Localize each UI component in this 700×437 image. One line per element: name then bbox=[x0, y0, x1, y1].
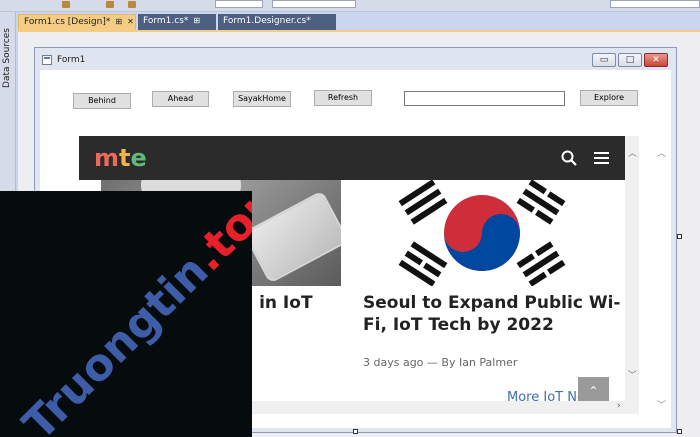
close-icon[interactable]: ✕ bbox=[127, 17, 134, 26]
resize-handle[interactable] bbox=[677, 234, 682, 239]
maximize-button[interactable]: □ bbox=[618, 53, 642, 67]
home-button[interactable]: SayakHome bbox=[233, 91, 291, 107]
close-button[interactable]: ✕ bbox=[644, 53, 668, 67]
explore-button[interactable]: Explore bbox=[580, 90, 638, 106]
refresh-button[interactable]: Refresh bbox=[314, 90, 372, 106]
watermark-text: Truongtin.top bbox=[13, 191, 252, 437]
toolbar-search[interactable] bbox=[610, 0, 700, 8]
minimize-button[interactable]: ▭ bbox=[592, 53, 616, 67]
web-vertical-scrollbar[interactable]: ︿ ﹀ bbox=[625, 136, 639, 414]
site-logo[interactable]: mte bbox=[94, 144, 147, 172]
tab-label: Form1.Designer.cs* bbox=[223, 16, 311, 26]
document-tabs: Form1.cs [Design]* ⊞ ✕ Form1.cs* ⊞ Form1.De… bbox=[18, 14, 700, 31]
resize-handle[interactable] bbox=[677, 429, 682, 434]
toolbar-combo[interactable] bbox=[215, 0, 263, 8]
address-input[interactable] bbox=[404, 91, 565, 106]
search-icon[interactable] bbox=[561, 150, 577, 166]
resize-handle[interactable] bbox=[353, 429, 358, 434]
menu-icon[interactable] bbox=[594, 152, 609, 164]
watermark-overlay: Truongtin.top bbox=[0, 191, 252, 437]
toolbar-icon[interactable] bbox=[106, 1, 114, 8]
data-sources-label[interactable]: Data Sources bbox=[2, 28, 12, 88]
scroll-up-arrow[interactable]: ︿ bbox=[657, 146, 666, 159]
tab-label: Form1.cs* bbox=[143, 16, 189, 26]
scroll-down-arrow[interactable]: ﹀ bbox=[657, 398, 666, 411]
form-icon bbox=[42, 55, 52, 65]
pin-icon[interactable]: ⊞ bbox=[115, 17, 122, 26]
toolbar-icon[interactable] bbox=[128, 1, 136, 8]
korea-flag-image[interactable] bbox=[375, 180, 589, 286]
toolbar-combo[interactable] bbox=[272, 0, 356, 8]
tab-form1-design[interactable]: Form1.cs [Design]* ⊞ ✕ bbox=[18, 14, 136, 31]
ide-toolbar bbox=[0, 0, 700, 12]
tab-form1-designer[interactable]: Form1.Designer.cs* bbox=[218, 14, 336, 31]
site-header: mte bbox=[79, 136, 625, 180]
chevron-right-icon[interactable]: › bbox=[617, 401, 621, 411]
pin-icon[interactable]: ⊞ bbox=[193, 16, 200, 25]
post-title-right-line1[interactable]: Seoul to Expand Public Wi- bbox=[363, 292, 620, 314]
toolbar-icon[interactable] bbox=[62, 1, 70, 8]
chevron-up-icon[interactable]: ︿ bbox=[628, 146, 637, 159]
ahead-button[interactable]: Ahead bbox=[152, 91, 209, 107]
post-meta: 3 days ago — By Ian Palmer bbox=[363, 356, 518, 369]
tab-label: Form1.cs [Design]* bbox=[24, 17, 111, 27]
tab-form1-cs[interactable]: Form1.cs* ⊞ bbox=[138, 14, 216, 31]
form-title: Form1 bbox=[57, 55, 86, 65]
post-title-right-line2[interactable]: Fi, IoT Tech by 2022 bbox=[363, 314, 554, 336]
form-scrollbar[interactable]: ︿ ﹀ bbox=[656, 70, 668, 415]
chevron-down-icon[interactable]: ﹀ bbox=[628, 368, 637, 381]
behind-button[interactable]: Behind bbox=[73, 93, 131, 109]
form-titlebar[interactable]: Form1 ▭ □ ✕ bbox=[35, 48, 676, 70]
